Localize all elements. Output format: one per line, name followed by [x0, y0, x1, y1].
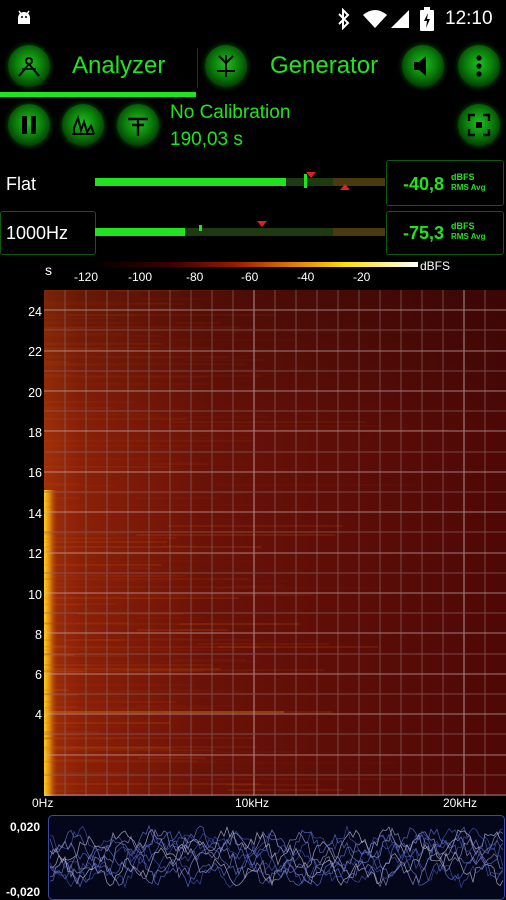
y-tick: 22 [28, 345, 42, 359]
x-tick: 10kHz [235, 796, 270, 810]
y-tick: 6 [35, 668, 42, 682]
spectrogram-x-ticks: 0Hz 10kHz 20kHz [30, 796, 506, 812]
y-tick: 12 [28, 547, 42, 561]
avg-triangle-icon [340, 184, 350, 190]
colorbar-unit: dBFS [420, 259, 451, 273]
x-tick: 0Hz [32, 796, 54, 810]
colorbar-tick: -80 [186, 270, 204, 284]
waveform-y-top: 0,020 [10, 820, 41, 834]
meter-unit-top-2: dBFS [451, 221, 475, 231]
spectrogram[interactable] [44, 290, 506, 796]
y-tick: 18 [28, 426, 42, 440]
overflow-menu-button[interactable] [458, 45, 500, 87]
peak-triangle-icon [306, 172, 316, 178]
tab-divider [197, 48, 198, 88]
clock: 12:10 [445, 8, 493, 29]
calibration-status: No Calibration [170, 102, 291, 123]
pause-button[interactable] [8, 104, 50, 146]
android-debug-icon [14, 9, 34, 34]
spectrogram-y-ticks: 24 22 20 18 16 14 12 10 8 6 4 [0, 290, 44, 800]
y-tick: 20 [28, 386, 42, 400]
wifi-icon [362, 9, 388, 34]
peak-triangle-icon-2 [257, 221, 267, 227]
colorbar-tick: -120 [74, 270, 99, 284]
y-tick: 16 [28, 466, 42, 480]
speaker-icon [414, 56, 426, 76]
analyzer-icon-button[interactable] [8, 45, 50, 87]
level-meter-fill [95, 178, 287, 186]
waveform-y-bottom: -0,020 [6, 885, 41, 899]
battery-charging-icon [420, 7, 434, 36]
status-bar: 12:10 [0, 0, 506, 38]
filter-icon [128, 117, 148, 136]
speaker-button[interactable] [402, 45, 444, 87]
meter-unit-top: dBFS [451, 172, 475, 182]
y-tick: 14 [28, 507, 42, 521]
pause-icon [22, 116, 36, 134]
peak-marker-2 [199, 225, 203, 231]
fullscreen-icon [467, 113, 491, 137]
level-meter-fill-2 [95, 228, 185, 236]
meter-unit-bottom-2: RMS Avg [451, 232, 486, 241]
elapsed-time: 190,03 s [170, 129, 243, 150]
spectrum-icon [72, 114, 95, 135]
level-meter-1000hz [95, 225, 385, 236]
spectrum-view-button[interactable] [62, 104, 104, 146]
colorbar [88, 262, 418, 267]
level-meter-warning-zone-2 [332, 228, 385, 236]
meter-label-1000hz[interactable]: 1000Hz [6, 223, 68, 244]
x-tick: 20kHz [443, 796, 478, 810]
generator-icon-button[interactable] [205, 45, 247, 87]
tab-analyzer[interactable]: Analyzer [72, 52, 165, 80]
meter-unit-bottom: RMS Avg [451, 183, 486, 192]
colorbar-tick: -20 [353, 270, 371, 284]
tab-generator[interactable]: Generator [270, 52, 378, 80]
meter-value-flat: -40,8 [403, 174, 445, 194]
y-tick: 4 [35, 708, 42, 722]
more-vertical-icon [476, 55, 482, 77]
y-tick: 8 [35, 628, 42, 642]
colorbar-tick: -40 [297, 270, 315, 284]
meter-label-flat[interactable]: Flat [6, 174, 36, 195]
y-tick: 10 [28, 588, 42, 602]
meter-value-1000hz: -75,3 [403, 223, 445, 243]
colorbar-ticks: -120 -100 -80 -60 -40 -20 [74, 270, 418, 284]
tab-analyzer-active-indicator [0, 92, 196, 97]
colorbar-tick: -60 [241, 270, 259, 284]
fullscreen-button[interactable] [458, 104, 500, 146]
y-tick: 24 [28, 305, 42, 319]
y-axis-unit: s [45, 262, 52, 278]
signal-icon [390, 9, 410, 34]
waveform-view[interactable] [48, 815, 506, 900]
filter-button[interactable] [117, 104, 159, 146]
bluetooth-icon [336, 7, 352, 35]
colorbar-tick: -100 [128, 270, 153, 284]
